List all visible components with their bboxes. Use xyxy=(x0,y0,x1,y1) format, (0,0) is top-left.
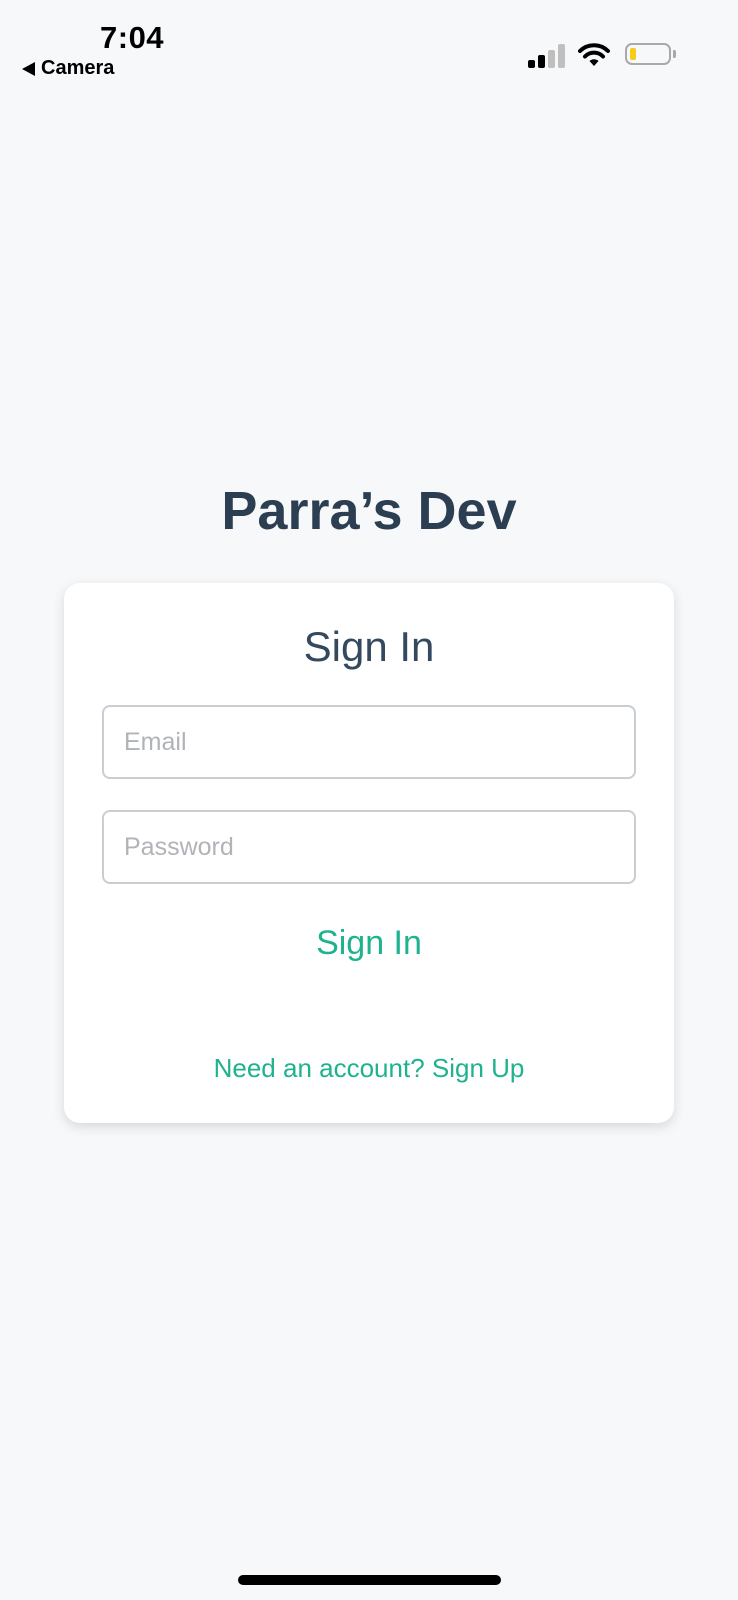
email-field[interactable] xyxy=(102,705,636,779)
status-time: 7:04 xyxy=(100,20,165,55)
signal-bar xyxy=(538,55,545,68)
battery-level xyxy=(630,48,636,60)
signup-link[interactable]: Need an account? Sign Up xyxy=(64,1053,674,1084)
signin-button[interactable]: Sign In xyxy=(269,913,469,973)
wifi-icon xyxy=(578,43,610,66)
signal-icon xyxy=(528,44,568,68)
signin-card-title: Sign In xyxy=(303,623,435,670)
back-label: Camera xyxy=(41,57,115,79)
battery-icon xyxy=(625,43,671,65)
home-indicator[interactable] xyxy=(238,1575,501,1585)
signal-bar xyxy=(558,44,565,68)
signin-card: Sign In Sign In Need an account? Sign Up xyxy=(64,583,674,1123)
app-title: Parra’s Dev xyxy=(221,481,517,541)
battery-cap xyxy=(673,50,676,58)
back-arrow-icon xyxy=(22,61,35,76)
back-to-camera-button[interactable]: Camera xyxy=(22,57,114,80)
signal-bar xyxy=(528,60,535,68)
password-field[interactable] xyxy=(102,810,636,884)
signal-bar xyxy=(548,50,555,68)
